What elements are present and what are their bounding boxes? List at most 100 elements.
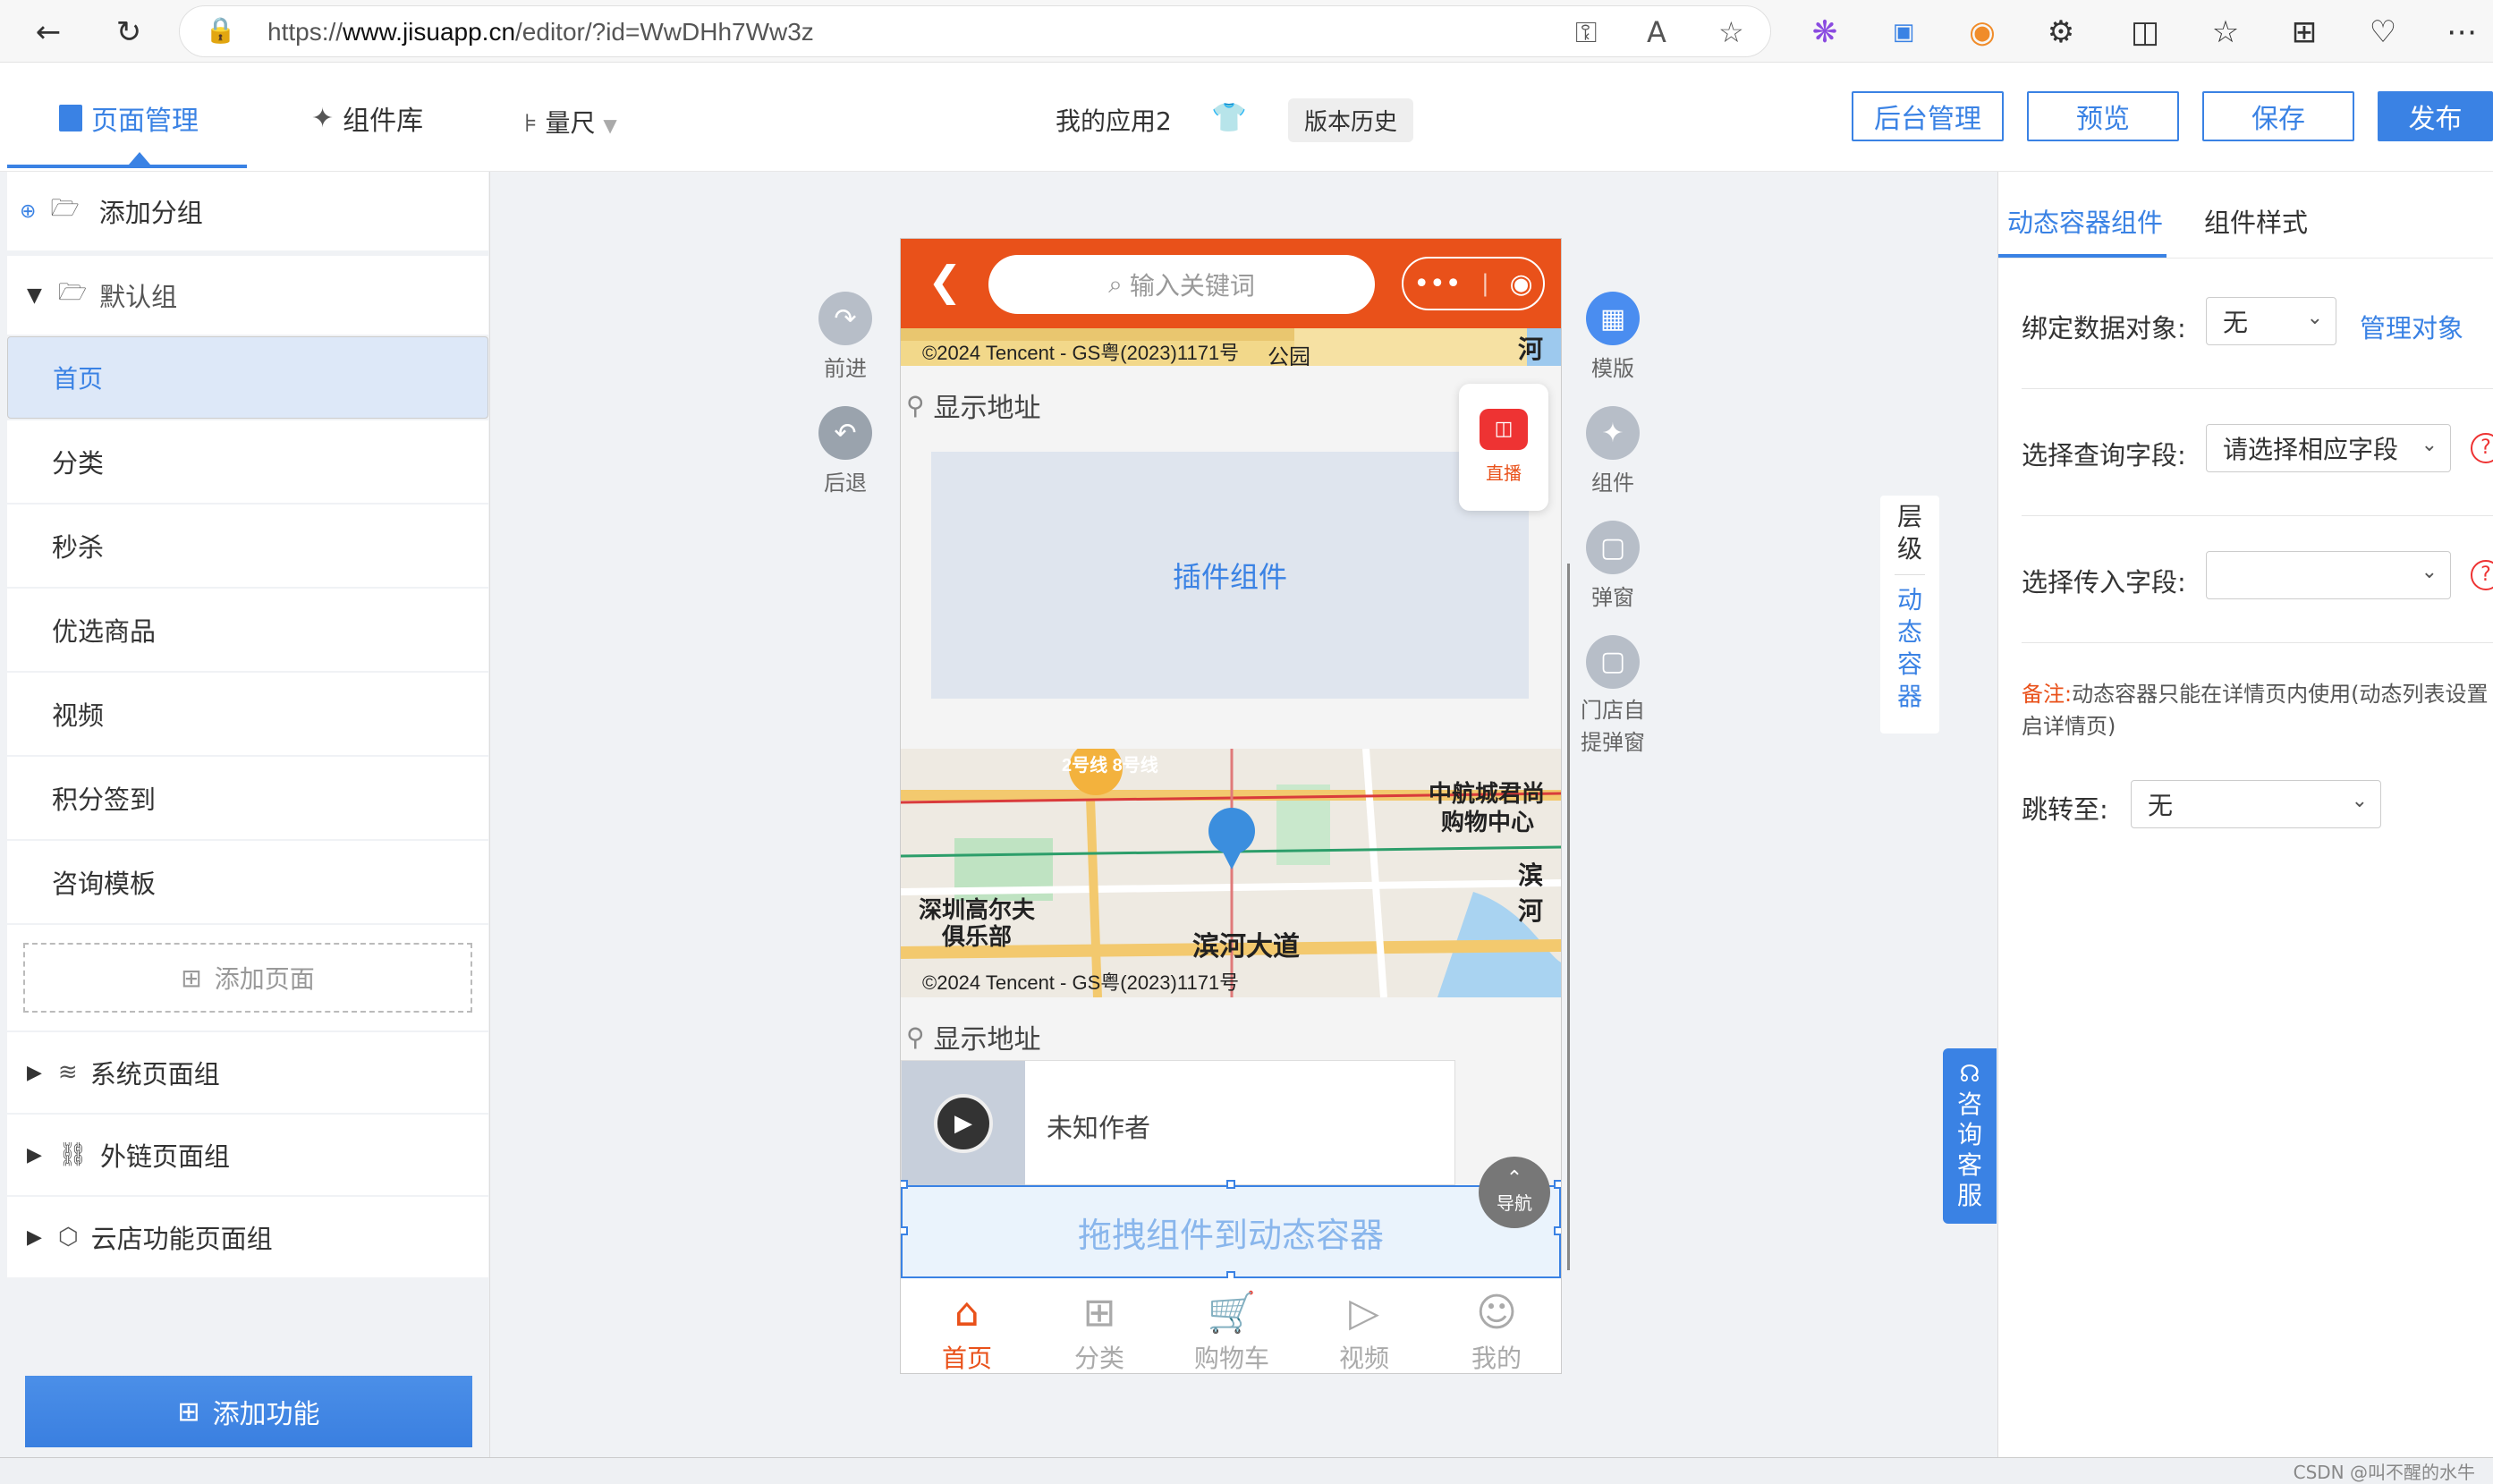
template-button[interactable]: ▦ 模版	[1573, 292, 1653, 382]
bind-data-select[interactable]: 无 ⌄	[2206, 297, 2336, 345]
version-history-button[interactable]: 版本历史	[1288, 98, 1414, 142]
address-bar[interactable]: 🔒 https://www.jisuapp.cn/editor/?id=WwDH…	[179, 5, 1771, 57]
translate-icon[interactable]: ▣	[1884, 13, 1923, 52]
admin-button[interactable]: 后台管理	[1852, 91, 2004, 141]
page-item-category[interactable]: 分类	[7, 420, 488, 503]
bind-data-label: 绑定数据对象:	[2022, 313, 2186, 343]
resize-handle[interactable]	[1554, 1226, 1561, 1235]
help-question-icon[interactable]: ?	[2471, 433, 2493, 463]
triangle-right-icon: ▶	[27, 1061, 42, 1084]
video-card[interactable]: ▶ 未知作者	[901, 1060, 1455, 1186]
add-page-button[interactable]: ⊞ 添加页面	[23, 943, 472, 1013]
query-field-label: 选择查询字段:	[2022, 440, 2186, 471]
capsule-menu[interactable]: ••• | ◉	[1402, 257, 1545, 310]
refresh-icon[interactable]: ↻	[109, 13, 148, 52]
favorite-star-icon[interactable]: ☆	[1718, 15, 1744, 49]
save-button[interactable]: 保存	[2202, 91, 2354, 141]
jump-to-select[interactable]: 无 ⌄	[2131, 780, 2381, 828]
cube-icon: ⬡	[57, 1224, 79, 1251]
default-group-row[interactable]: ▼ 🗁 默认组	[7, 256, 488, 335]
resize-handle[interactable]	[1554, 1180, 1561, 1189]
add-group-row[interactable]: ⊕ 🗁 添加分组	[7, 172, 488, 250]
consult-service-button[interactable]: ☊ 咨询客服	[1943, 1048, 1997, 1224]
tab-dynamic-container[interactable]: 动态容器组件	[2007, 202, 2163, 240]
pass-field-select[interactable]: ⌄	[2206, 551, 2451, 599]
location-pin-icon: ⚲	[906, 390, 925, 420]
lock-icon: 🔒	[205, 15, 236, 45]
manage-object-link[interactable]: 管理对象	[2360, 308, 2463, 345]
plugin-component-block[interactable]: 插件组件	[931, 452, 1529, 699]
location-pin-icon: ⚲	[906, 1022, 925, 1052]
extension-brain-icon[interactable]: ❋	[1805, 13, 1844, 52]
map-view[interactable]: 2号线 8号线 中航城君尚 购物中心 深圳高尔夫 俱乐部 滨河大道 滨河 ©20…	[901, 749, 1561, 997]
ruler-dropdown[interactable]: ⊧ 量尺 ▼	[524, 104, 617, 140]
chevron-up-icon: ⌃	[1505, 1167, 1523, 1190]
phone-scrollbar[interactable]	[1567, 564, 1570, 1270]
component-button[interactable]: ✦ 组件	[1573, 406, 1653, 496]
browser-toolbar: ← ↻ 🔒 https://www.jisuapp.cn/editor/?id=…	[0, 0, 2493, 63]
help-question-icon[interactable]: ?	[2471, 560, 2493, 590]
key-icon[interactable]: ⚿	[1575, 15, 1597, 50]
tabbar-item-home[interactable]: ⌂ 首页	[901, 1278, 1033, 1373]
layer-label: 层级	[1896, 502, 1922, 564]
tab-component-library[interactable]: ✦ 组件库	[311, 98, 423, 138]
theme-shirt-icon[interactable]: 👕	[1211, 100, 1247, 134]
divider	[2022, 515, 2493, 516]
more-menu-icon[interactable]: ⋯	[2442, 13, 2481, 52]
layer-panel-toggle[interactable]: 层级 动态容器	[1880, 496, 1939, 734]
popup-button[interactable]: ▢ 弹窗	[1573, 521, 1653, 611]
chevron-down-icon: ⌄	[2421, 561, 2438, 583]
template-grid-icon: ▦	[1586, 292, 1640, 345]
floating-nav-button[interactable]: ⌃ 导航	[1479, 1157, 1550, 1228]
page-item-flash-sale[interactable]: 秒杀	[7, 505, 488, 587]
page-item-home[interactable]: 首页	[7, 336, 488, 419]
collections-icon[interactable]: ⊞	[2285, 13, 2324, 52]
watermark: CSDN @叫不醒的水牛	[2293, 1462, 2475, 1483]
tv-icon: ◫	[1480, 409, 1528, 450]
resize-handle[interactable]	[901, 1180, 908, 1189]
forward-button[interactable]: ↷ 前进	[805, 292, 886, 382]
resize-handle[interactable]	[901, 1226, 908, 1235]
back-button[interactable]: ↶ 后退	[805, 406, 886, 496]
read-aloud-icon[interactable]: A	[1647, 15, 1666, 49]
popup-window-icon: ▢	[1586, 521, 1640, 574]
page-item-video[interactable]: 视频	[7, 673, 488, 755]
tab-component-style[interactable]: 组件样式	[2204, 202, 2308, 240]
favorites-icon[interactable]: ☆	[2206, 13, 2245, 52]
back-arrow-icon[interactable]: ←	[29, 13, 68, 52]
tabbar-item-cart[interactable]: 🛒 购物车	[1166, 1278, 1298, 1373]
play-icon[interactable]: ▶	[934, 1094, 993, 1153]
folder-icon: 🗁	[57, 279, 88, 306]
store-pickup-popup-button[interactable]: ▢ 门店自 提弹窗	[1573, 635, 1653, 759]
browser-essentials-icon[interactable]: ♡	[2363, 13, 2403, 52]
back-arrow-icon: ↶	[818, 406, 872, 460]
tabbar-item-category[interactable]: ⊞ 分类	[1033, 1278, 1166, 1373]
group-row-external-link[interactable]: ▶ ⛓ 外链页面组	[7, 1115, 488, 1195]
dynamic-container-dropzone[interactable]: 拖拽组件到动态容器	[901, 1185, 1561, 1278]
chevron-left-icon[interactable]: ❮	[928, 257, 962, 305]
page-item-consult-template[interactable]: 咨询模板	[7, 841, 488, 923]
extensions-icon[interactable]: ⚙	[2041, 13, 2081, 52]
grid-icon: ⊞	[1082, 1290, 1116, 1336]
chevron-down-icon: ⌄	[2306, 307, 2323, 329]
split-screen-icon[interactable]: ◫	[2125, 13, 2165, 52]
link-icon: ⛓	[57, 1141, 88, 1168]
preview-button[interactable]: 预览	[2027, 91, 2179, 141]
group-row-cloud-store[interactable]: ▶ ⬡ 云店功能页面组	[7, 1197, 488, 1277]
tabbar-item-video[interactable]: ▷ 视频	[1298, 1278, 1430, 1373]
add-function-button[interactable]: ⊞ 添加功能	[25, 1376, 472, 1447]
page-item-points-checkin[interactable]: 积分签到	[7, 757, 488, 839]
extension-f-icon[interactable]: ◉	[1963, 13, 2002, 52]
tabbar-item-mine[interactable]: ☺ 我的	[1430, 1278, 1561, 1373]
publish-button[interactable]: 发布	[2378, 91, 2493, 141]
resize-handle[interactable]	[1226, 1180, 1235, 1189]
live-button[interactable]: ◫ 直播	[1459, 384, 1548, 511]
phone-search-input[interactable]: ⌕ 输入关键词	[988, 255, 1375, 314]
pass-field-label: 选择传入字段:	[2022, 567, 2186, 598]
active-tab-underline	[7, 165, 247, 168]
tab-page-management[interactable]: 页面管理	[59, 98, 199, 138]
page-item-selected-goods[interactable]: 优选商品	[7, 589, 488, 671]
chevron-down-icon: ⌄	[2351, 790, 2368, 812]
query-field-select[interactable]: 请选择相应字段 ⌄	[2206, 424, 2451, 472]
group-row-system[interactable]: ▶ ≋ 系统页面组	[7, 1032, 488, 1113]
